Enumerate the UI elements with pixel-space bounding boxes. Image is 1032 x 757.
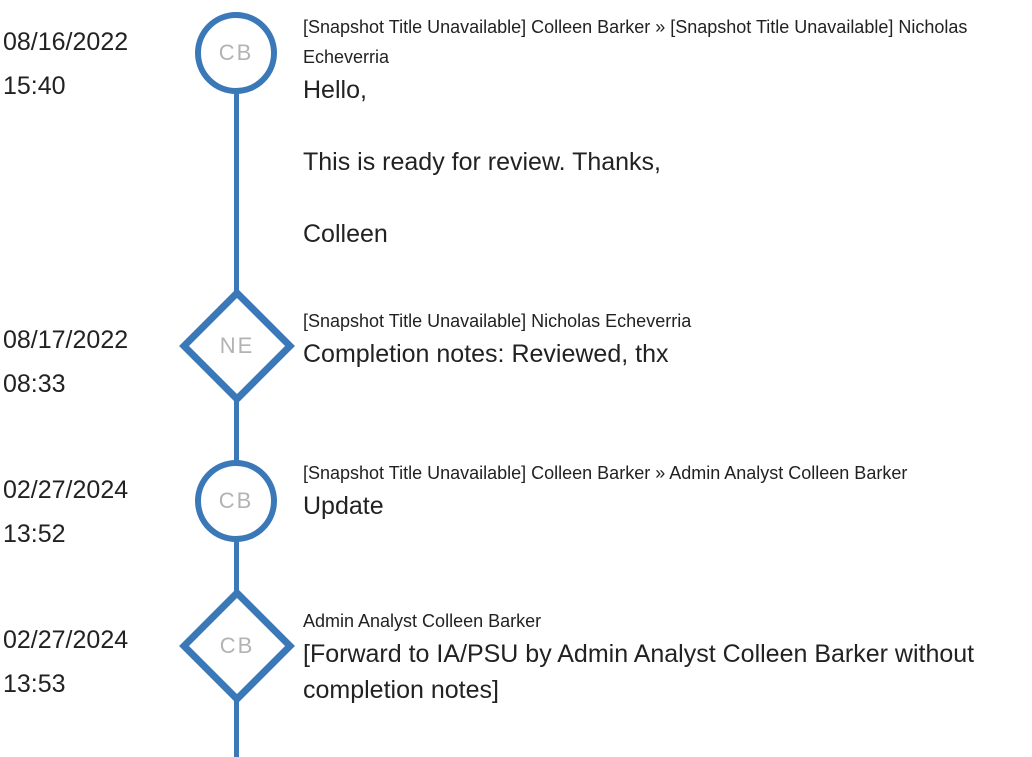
event-date: 02/27/2024 <box>3 626 129 654</box>
event-header: [Snapshot Title Unavailable] Nicholas Ec… <box>303 311 692 331</box>
event-date: 08/17/2022 <box>3 326 129 354</box>
avatar-initials: CB <box>218 40 254 65</box>
avatar-circle: CB <box>195 460 277 542</box>
event-header: Admin Analyst Colleen Barker <box>303 611 542 631</box>
event-timestamp: 02/27/2024 13:53 <box>3 618 163 706</box>
event-header: [Snapshot Title Unavailable] Colleen Bar… <box>303 17 968 67</box>
event-content: Admin Analyst Colleen Barker [Forward to… <box>303 606 1023 708</box>
event-date: 02/27/2024 <box>3 476 129 504</box>
event-content: [Snapshot Title Unavailable] Colleen Bar… <box>303 458 1023 524</box>
event-body: Hello, This is ready for review. Thanks,… <box>303 76 662 248</box>
event-content: [Snapshot Title Unavailable] Nicholas Ec… <box>303 306 1023 372</box>
event-time: 08:33 <box>3 370 66 398</box>
activity-timeline: 08/16/2022 15:40 CB [Snapshot Title Unav… <box>0 0 1032 757</box>
event-timestamp: 08/17/2022 08:33 <box>3 318 163 406</box>
avatar-circle: CB <box>195 12 277 94</box>
avatar-initials: CB <box>218 488 254 513</box>
event-timestamp: 08/16/2022 15:40 <box>3 20 163 108</box>
event-time: 15:40 <box>3 72 66 100</box>
avatar-initials: CB <box>219 633 255 658</box>
event-header: [Snapshot Title Unavailable] Colleen Bar… <box>303 463 908 483</box>
event-timestamp: 02/27/2024 13:52 <box>3 468 163 556</box>
event-time: 13:52 <box>3 520 66 548</box>
event-body: Completion notes: Reviewed, thx <box>303 340 669 368</box>
event-date: 08/16/2022 <box>3 28 129 56</box>
avatar-diamond: NE <box>178 287 296 405</box>
event-body: [Forward to IA/PSU by Admin Analyst Coll… <box>303 640 975 704</box>
event-body: Update <box>303 492 384 520</box>
event-content: [Snapshot Title Unavailable] Colleen Bar… <box>303 12 1023 252</box>
avatar-initials: NE <box>219 333 255 358</box>
event-time: 13:53 <box>3 670 66 698</box>
avatar-diamond: CB <box>178 587 296 705</box>
